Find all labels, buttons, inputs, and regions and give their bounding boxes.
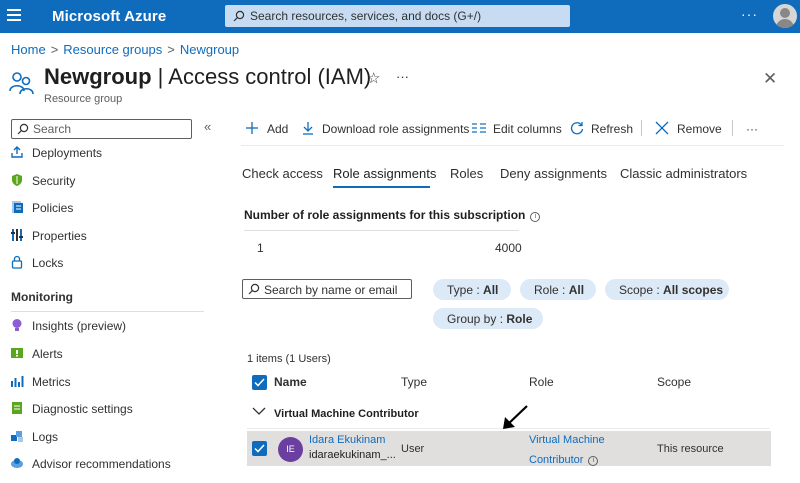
tab-check-access[interactable]: Check access [242,166,323,181]
top-bar: Microsoft Azure Search resources, servic… [0,0,800,33]
group-header-role: Virtual Machine Contributor [274,408,419,420]
hamburger-menu-icon[interactable] [7,9,21,21]
column-header-type[interactable]: Type [401,375,427,389]
avatar: IE [278,437,303,462]
toolbar-more-icon[interactable]: ··· [746,118,766,140]
role-assignments-current: 1 [257,241,264,255]
role-assignments-count-label: Number of role assignments for this subs… [244,208,541,222]
search-icon [17,123,29,135]
close-icon[interactable]: ✕ [763,69,777,89]
collapse-sidebar-icon[interactable]: « [204,119,211,134]
user-name-link[interactable]: Idara Ekukinam [309,434,385,446]
refresh-icon [570,122,584,135]
global-search-input[interactable]: Search resources, services, and docs (G+… [225,5,570,27]
column-header-name[interactable]: Name [274,375,307,389]
refresh-button[interactable]: Refresh [570,118,633,140]
policies-icon [12,201,23,213]
breadcrumb-resource-groups[interactable]: Resource groups [63,42,162,57]
global-search-placeholder: Search resources, services, and docs (G+… [250,9,482,23]
info-icon[interactable]: i [530,212,541,222]
alerts-icon [11,348,23,358]
page-title: Newgroup | Access control (IAM) [44,64,371,90]
annotation-arrow-icon [503,405,528,429]
metrics-icon [11,376,24,387]
topbar-more-icon[interactable]: ··· [741,6,758,22]
page-title-resource: Newgroup [44,64,152,89]
advisor-icon [11,458,23,468]
breadcrumb: Home > Resource groups > Newgroup [11,42,240,57]
tab-roles[interactable]: Roles [450,166,483,181]
tab-classic-administrators[interactable]: Classic administrators [620,166,747,181]
filter-type-pill[interactable]: Type : All [433,279,511,300]
remove-button[interactable]: Remove [655,118,722,140]
tab-deny-assignments[interactable]: Deny assignments [500,166,607,181]
page-title-section: | Access control (IAM) [151,64,372,89]
brand-title[interactable]: Microsoft Azure [52,8,166,25]
select-all-checkbox[interactable] [252,375,267,390]
deployments-icon [11,146,23,158]
remove-x-icon [655,121,669,135]
download-role-assignments-button[interactable]: Download role assignments [302,118,469,140]
title-more-icon[interactable]: ··· [396,69,409,84]
chevron-down-icon[interactable] [252,407,266,416]
sidebar-search-input[interactable]: Search [11,119,192,139]
role-link[interactable]: Virtual Machine [529,434,605,446]
items-count: 1 items (1 Users) [247,353,331,365]
filter-scope-pill[interactable]: Scope : All scopes [605,279,729,300]
plus-icon [246,122,258,134]
lock-icon [11,255,23,269]
filter-role-pill[interactable]: Role : All [520,279,596,300]
toolbar-separator [732,120,733,136]
logs-icon [11,431,23,442]
search-icon [233,10,245,22]
resource-group-users-icon [9,72,34,95]
search-icon [248,283,260,295]
sidebar-divider [11,311,204,312]
breadcrumb-newgroup[interactable]: Newgroup [180,42,239,57]
search-by-name-input[interactable]: Search by name or email [242,279,412,299]
user-email: idaraekukinam_... [309,449,396,461]
role-link-line2[interactable]: Contributor i [529,454,599,466]
download-icon [303,122,313,135]
cell-scope: This resource [657,443,724,455]
page-subtitle: Resource group [44,93,123,105]
column-header-role[interactable]: Role [529,375,554,389]
sidebar-section-monitoring: Monitoring [11,290,73,304]
tab-role-assignments[interactable]: Role assignments [333,166,436,181]
favorite-star-icon[interactable]: ☆ [367,69,380,87]
checkmark-icon [254,444,265,453]
info-icon[interactable]: i [588,456,599,466]
group-by-pill[interactable]: Group by : Role [433,308,543,329]
properties-icon [11,229,23,241]
sidebar-search-placeholder: Search [33,122,72,136]
checkmark-icon [254,378,265,387]
cell-type: User [401,443,425,455]
search-by-name-placeholder: Search by name or email [264,283,398,297]
insights-icon [12,319,22,331]
toolbar-divider [241,145,784,146]
account-avatar[interactable] [773,4,797,28]
row-checkbox[interactable] [252,441,267,456]
shield-icon [12,174,22,186]
diagnostic-settings-icon [12,402,22,414]
breadcrumb-home[interactable]: Home [11,42,46,57]
active-tab-indicator [333,186,430,188]
edit-columns-icon [472,123,486,133]
column-header-scope[interactable]: Scope [657,375,691,389]
role-assignments-limit: 4000 [495,241,522,255]
edit-columns-button[interactable]: Edit columns [471,118,562,140]
toolbar-separator [641,120,642,136]
role-assignments-usage-bar [244,230,519,231]
add-button[interactable]: Add [245,118,295,140]
